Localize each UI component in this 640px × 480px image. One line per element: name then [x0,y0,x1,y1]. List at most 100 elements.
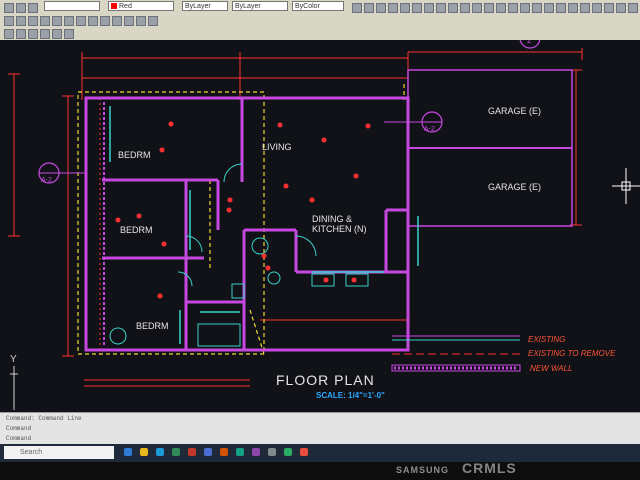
taskbar-search[interactable]: Search [4,446,114,459]
plotstyle-label: ByColor [295,3,320,10]
polar-icon[interactable] [496,3,506,13]
chrome-icon[interactable] [284,448,292,456]
linetype-select[interactable]: ByLayer [182,1,228,11]
hatch-icon[interactable] [436,3,446,13]
room-label-bedroom-2: BEDRM [120,225,153,235]
polyline-icon[interactable] [568,3,578,13]
move-icon[interactable] [592,3,602,13]
listing-watermark: CRMLS [462,460,517,476]
insert-icon[interactable] [424,3,434,13]
legend-new-wall: NEW WALL [530,364,573,373]
command-line-panel[interactable]: Command: Command Line Command Command [0,412,640,445]
section-callout-top[interactable]: 2 [519,40,541,49]
arc-icon[interactable] [544,3,554,13]
open-file-icon[interactable] [16,3,26,13]
floor-plan-drawing: BEDRM LIVING BEDRM DINING & KITCHEN (N) … [8,40,640,410]
paste-icon[interactable] [64,29,74,39]
ucs-icon [10,366,18,410]
layers-icon[interactable] [388,3,398,13]
autocad-icon[interactable] [188,448,196,456]
drawing-canvas[interactable]: BEDRM LIVING BEDRM DINING & KITCHEN (N) … [0,40,640,412]
circle-icon[interactable] [532,3,542,13]
undo-icon[interactable] [4,29,14,39]
callout-right-label: A-2 [424,126,435,133]
command-history-1: Command: Command Line [6,415,82,422]
properties-icon[interactable] [376,3,386,13]
trim-icon[interactable] [4,16,14,26]
text-icon[interactable] [448,3,458,13]
array-icon[interactable] [112,16,122,26]
dimension-icon[interactable] [460,3,470,13]
monitor-bezel: SAMSUNG CRMLS [0,460,640,480]
print-icon[interactable] [28,29,38,39]
stretch-icon[interactable] [100,16,110,26]
mirror-icon[interactable] [40,16,50,26]
layer-state-select[interactable] [44,1,100,11]
erase-icon[interactable] [88,16,98,26]
join-icon[interactable] [136,16,146,26]
rectangle-icon[interactable] [580,3,590,13]
redo-icon[interactable] [16,29,26,39]
room-label-bedroom-1: BEDRM [118,150,151,160]
match-icon[interactable] [400,3,410,13]
command-input[interactable]: Command [6,434,31,444]
settings-icon[interactable] [268,448,276,456]
new-file-icon[interactable] [4,3,14,13]
explode-icon[interactable] [76,16,86,26]
line-icon[interactable] [556,3,566,13]
offset-icon[interactable] [28,16,38,26]
callout-top-label: 2 [527,40,532,45]
legend-existing-remove: EXISTING TO REMOVE [528,349,616,358]
crosshair-cursor-icon [612,168,640,204]
word-icon[interactable] [204,448,212,456]
search-label: Search [20,449,43,456]
rotate-icon[interactable] [616,3,626,13]
ucs-y-label: Y [10,354,17,365]
grid-icon[interactable] [508,3,518,13]
toolbar-row-draw [0,14,640,26]
save-icon[interactable] [28,3,38,13]
room-label-bedroom-3: BEDRM [136,321,169,331]
legend: EXISTING EXISTING TO REMOVE NEW WALL [391,335,616,373]
mail-icon[interactable] [236,448,244,456]
toolbar-row-modify [0,27,640,39]
pan-icon[interactable] [364,3,374,13]
fillet-icon[interactable] [52,16,62,26]
cut-icon[interactable] [52,29,62,39]
ortho-icon[interactable] [484,3,494,13]
plotstyle-select[interactable]: ByColor [292,1,344,11]
windows-taskbar: Search [0,444,640,462]
monitor-brand: SAMSUNG [396,465,450,475]
drawing-title: FLOOR PLAN [276,372,375,388]
excel-icon[interactable] [172,448,180,456]
fixtures [109,163,369,347]
preview-icon[interactable] [40,29,50,39]
toolbar-row-standard: Red ByLayer ByLayer ByColor [0,1,640,13]
task-view-icon[interactable] [124,448,132,456]
powerpoint-icon[interactable] [220,448,228,456]
lineweight-select[interactable]: ByLayer [232,1,288,11]
linetype-label: ByLayer [185,3,211,10]
scale-icon[interactable] [628,3,638,13]
edge-icon[interactable] [156,448,164,456]
measure-icon[interactable] [148,16,158,26]
legend-existing: EXISTING [528,335,565,344]
osnap-icon[interactable] [472,3,482,13]
color-select[interactable]: Red [108,1,174,11]
color-swatch-icon [111,3,117,10]
block-icon[interactable] [412,3,422,13]
section-callout-left[interactable]: A-2 [38,162,86,184]
copy-icon[interactable] [604,3,614,13]
room-label-kitchen: KITCHEN (N) [312,224,367,234]
extend-icon[interactable] [16,16,26,26]
file-explorer-icon[interactable] [140,448,148,456]
callout-left-label: A-2 [41,177,52,184]
teams-icon[interactable] [252,448,260,456]
zoom-icon[interactable] [352,3,362,13]
break-icon[interactable] [124,16,134,26]
snap-icon[interactable] [520,3,530,13]
acrobat-icon[interactable] [300,448,308,456]
chamfer-icon[interactable] [64,16,74,26]
cad-toolbar: Red ByLayer ByLayer ByColor [0,0,640,41]
section-callout-right[interactable]: A-2 [384,111,443,133]
